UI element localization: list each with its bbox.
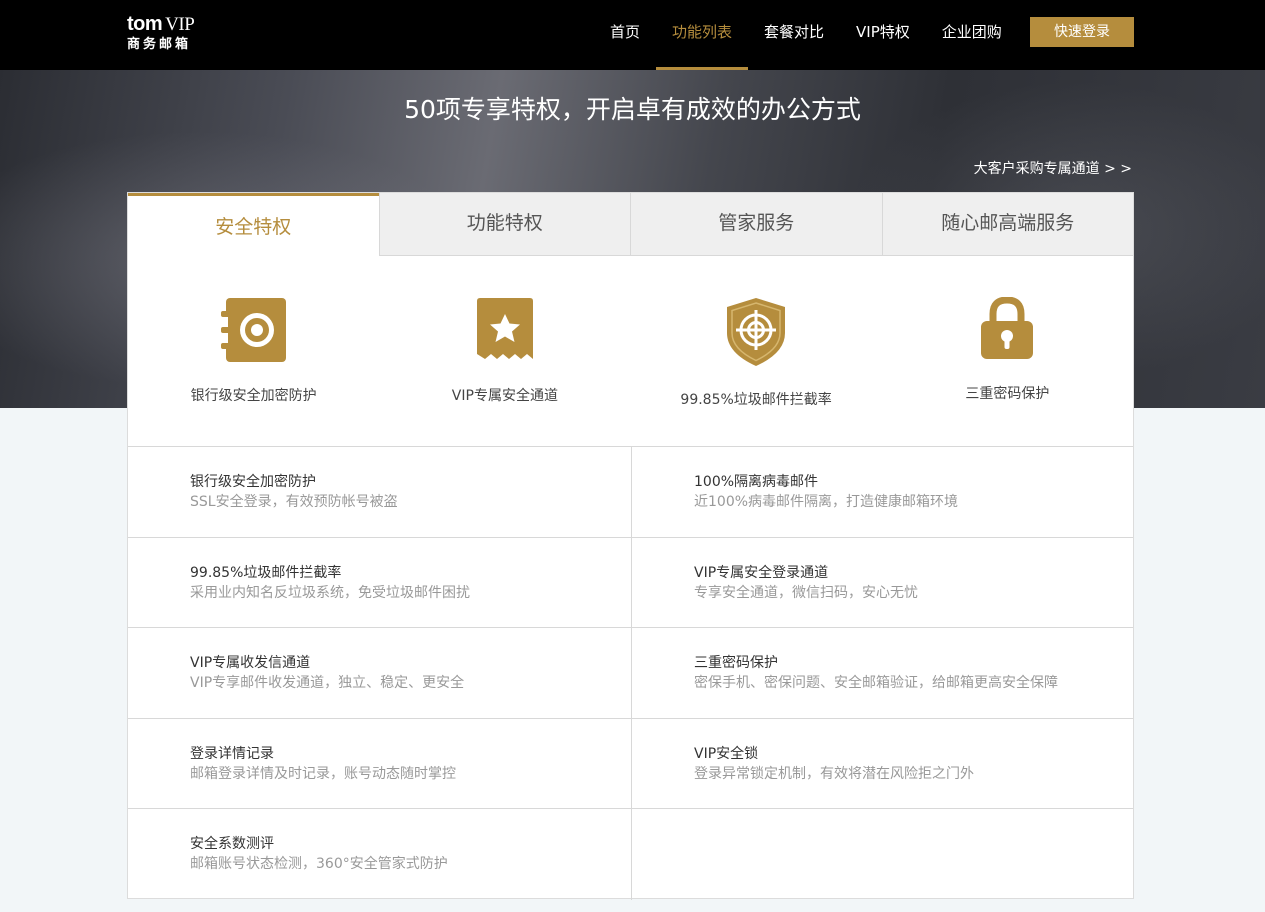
- highlight-item: VIP专属安全通道: [379, 256, 630, 446]
- feature-title: VIP专属收发信通道: [190, 655, 311, 671]
- top-navbar: tom VIP 商务邮箱 首页 功能列表 套餐对比 VIP特权 企业团购 快速登录: [0, 0, 1265, 70]
- hero-title: 50项专享特权，开启卓有成效的办公方式: [404, 95, 861, 124]
- feature-item: VIP专属收发信通道 VIP专享邮件收发通道，独立、稳定、更安全: [128, 628, 632, 719]
- feature-description: 专享安全通道，微信扫码，安心无忧: [694, 584, 918, 601]
- logo-tom: tom: [127, 13, 163, 35]
- highlight-label: VIP专属安全通道: [451, 388, 558, 404]
- nav-item-vip[interactable]: VIP特权: [840, 0, 926, 70]
- highlight-item: 银行级安全加密防护: [128, 256, 379, 446]
- main-nav: 首页 功能列表 套餐对比 VIP特权 企业团购: [594, 0, 1018, 70]
- feature-description: 邮箱账号状态检测，360°安全管家式防护: [190, 856, 448, 872]
- highlight-item: 99.85%垃圾邮件拦截率: [631, 256, 882, 446]
- feature-title: 登录详情记录: [190, 745, 274, 762]
- logo-subtitle: 商务邮箱: [127, 37, 192, 52]
- highlight-label: 99.85%垃圾邮件拦截率: [680, 392, 832, 408]
- logo-vip: VIP: [165, 14, 195, 35]
- nav-item-enterprise[interactable]: 企业团购: [926, 0, 1018, 70]
- feature-item: VIP专属安全登录通道 专享安全通道，微信扫码，安心无忧: [632, 538, 1133, 628]
- feature-item: 三重密码保护 密保手机、密保问题、安全邮箱验证，给邮箱更高安全保障: [632, 628, 1133, 719]
- nav-item-plans[interactable]: 套餐对比: [748, 0, 840, 70]
- feature-item: VIP安全锁 登录异常锁定机制，有效将潜在风险拒之门外: [632, 719, 1133, 809]
- highlight-icons: 银行级安全加密防护 VIP专属安全通道 99.85%垃圾邮件拦截率 三重密码保护: [128, 256, 1133, 447]
- feature-description: VIP专享邮件收发通道，独立、稳定、更安全: [190, 675, 465, 691]
- tab-butler-service[interactable]: 管家服务: [630, 193, 882, 256]
- feature-empty-cell: [632, 809, 1133, 900]
- quick-login-button[interactable]: 快速登录: [1030, 17, 1134, 47]
- tab-premium-service[interactable]: 随心邮高端服务: [881, 193, 1133, 256]
- feature-title: 100%隔离病毒邮件: [694, 474, 819, 490]
- vip-star-ticket-icon: [476, 298, 533, 359]
- shield-target-icon: [727, 298, 786, 366]
- feature-item: 安全系数测评 邮箱账号状态检测，360°安全管家式防护: [128, 809, 632, 900]
- feature-title: 99.85%垃圾邮件拦截率: [190, 564, 342, 581]
- feature-item: 99.85%垃圾邮件拦截率 采用业内知名反垃圾系统，免受垃圾邮件困扰: [128, 537, 632, 628]
- tab-security[interactable]: 安全特权: [128, 193, 379, 256]
- feature-title: VIP安全锁: [694, 745, 759, 762]
- feature-item: 登录详情记录 邮箱登录详情及时记录，账号动态随时掌控: [128, 718, 632, 809]
- highlight-label: 三重密码保护: [965, 386, 1050, 402]
- feature-description: 密保手机、密保问题、安全邮箱验证，给邮箱更高安全保障: [694, 675, 1058, 691]
- tab-functions[interactable]: 功能特权: [378, 193, 630, 256]
- nav-item-features[interactable]: 功能列表: [656, 0, 749, 70]
- nav-item-home[interactable]: 首页: [594, 0, 656, 70]
- feature-title: 三重密码保护: [694, 655, 778, 671]
- padlock-icon: [981, 297, 1034, 359]
- brand-logo[interactable]: tom VIP 商务邮箱: [127, 13, 195, 53]
- feature-title: VIP专属安全登录通道: [694, 564, 829, 581]
- enterprise-channel-link[interactable]: 大客户采购专属通道 > >: [974, 158, 1132, 178]
- feature-description: 邮箱登录详情及时记录，账号动态随时掌控: [190, 765, 456, 782]
- highlight-label: 银行级安全加密防护: [190, 388, 317, 404]
- feature-description: SSL安全登录，有效预防帐号被盗: [190, 494, 398, 510]
- feature-title: 安全系数测评: [190, 836, 274, 852]
- feature-description: 登录异常锁定机制，有效将潜在风险拒之门外: [694, 765, 974, 782]
- safe-icon: [220, 298, 286, 362]
- feature-grid: 银行级安全加密防护 SSL安全登录，有效预防帐号被盗 100%隔离病毒邮件 近1…: [128, 447, 1133, 900]
- feature-item: 银行级安全加密防护 SSL安全登录，有效预防帐号被盗: [128, 447, 632, 538]
- privilege-tabs: 安全特权 功能特权 管家服务 随心邮高端服务: [128, 193, 1133, 256]
- feature-title: 银行级安全加密防护: [190, 474, 316, 490]
- feature-description: 采用业内知名反垃圾系统，免受垃圾邮件困扰: [190, 584, 470, 601]
- feature-item: 100%隔离病毒邮件 近100%病毒邮件隔离，打造健康邮箱环境: [632, 447, 1133, 538]
- logo-wordmark: tom VIP: [127, 13, 195, 35]
- highlight-item: 三重密码保护: [882, 256, 1133, 446]
- privileges-panel: 安全特权 功能特权 管家服务 随心邮高端服务 银行级安全加密防护 VIP专属安全…: [127, 192, 1134, 900]
- feature-description: 近100%病毒邮件隔离，打造健康邮箱环境: [694, 494, 959, 510]
